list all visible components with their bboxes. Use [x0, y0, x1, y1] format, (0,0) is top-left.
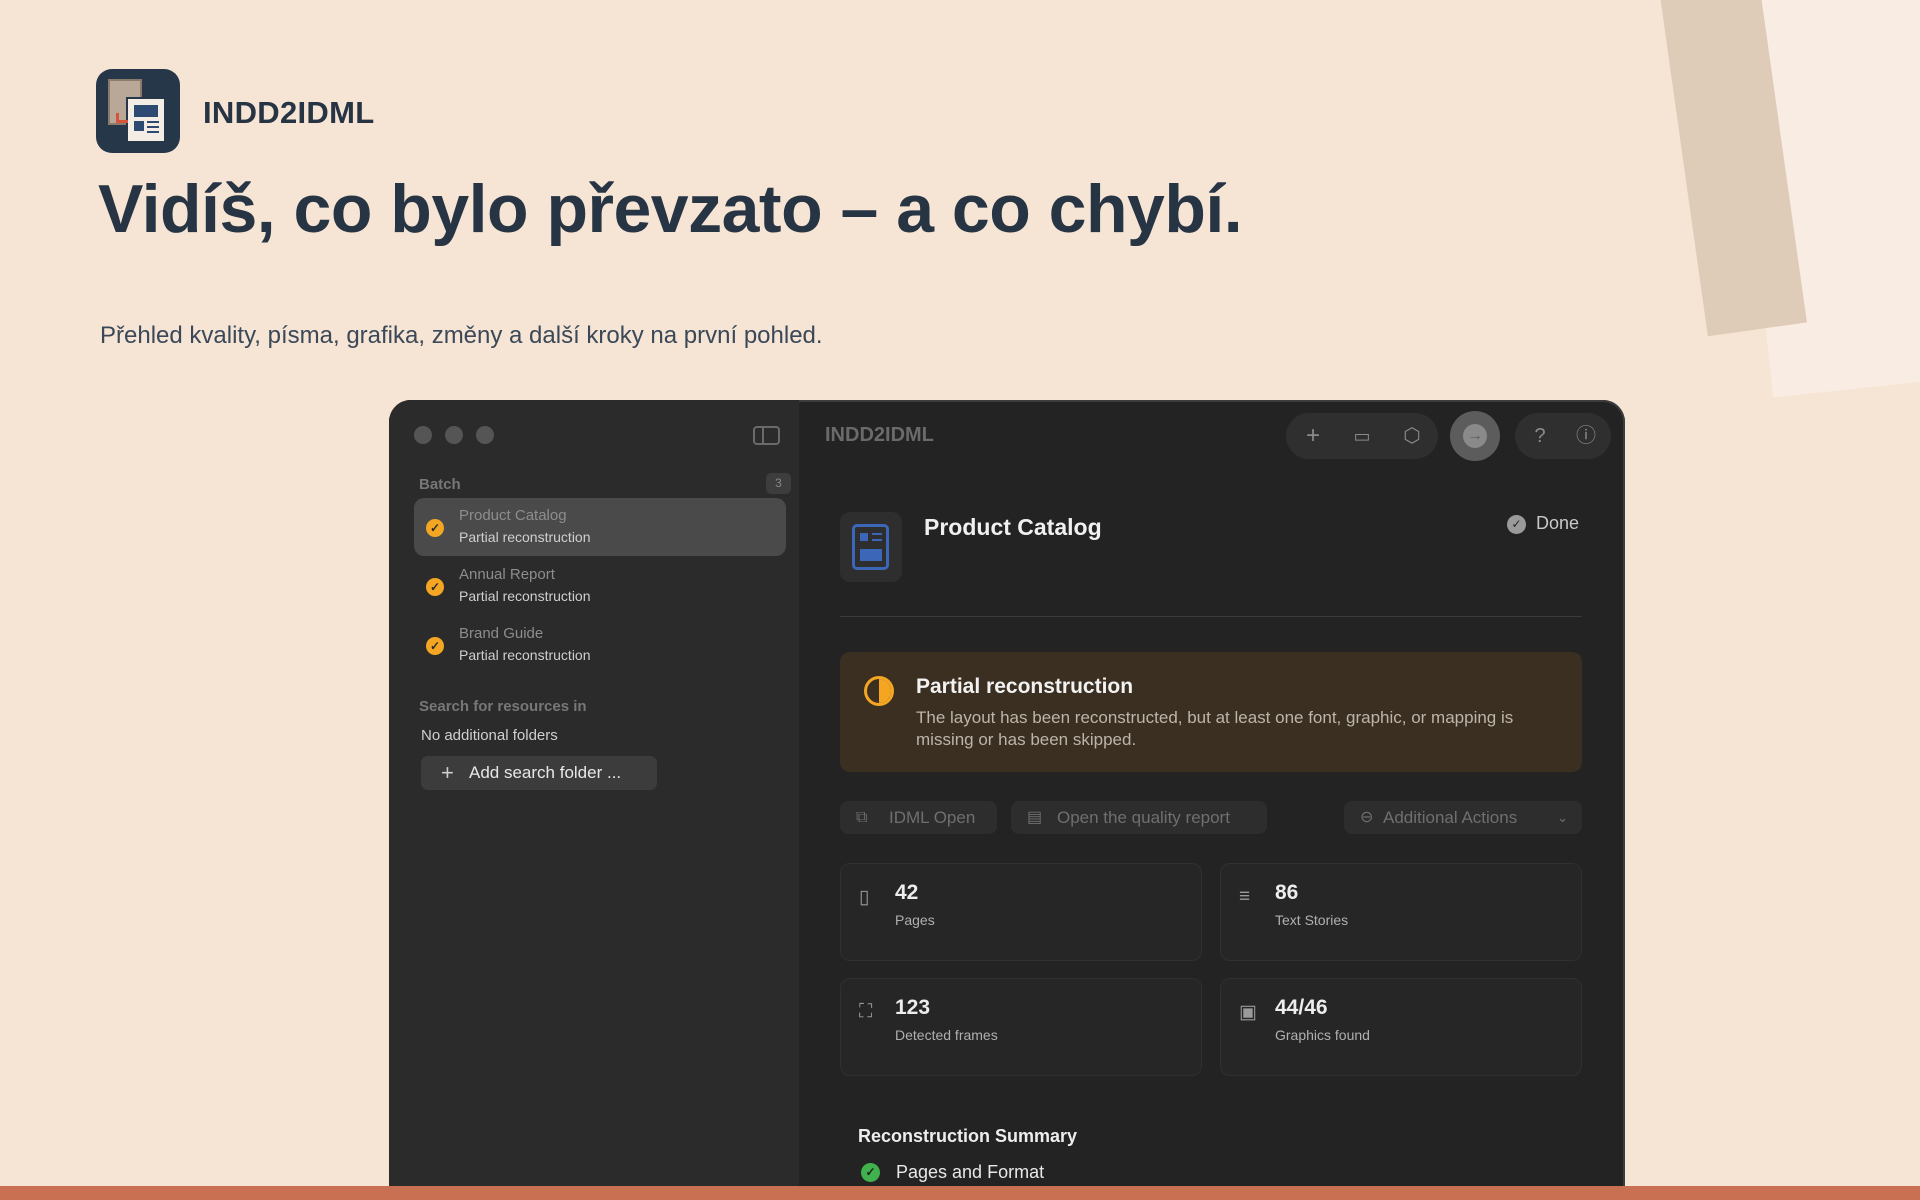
stat-value: 44/46 [1275, 996, 1328, 1019]
divider [840, 616, 1582, 617]
frame-icon: ⛶ [859, 1001, 873, 1022]
package-icon[interactable]: ⬡ [1389, 413, 1435, 459]
bottom-accent-bar [0, 1186, 1920, 1200]
more-icon: ⊖ [1360, 809, 1374, 826]
convert-button[interactable]: → [1450, 411, 1500, 461]
batch-item-name: Brand Guide [459, 625, 544, 642]
batch-item-brand-guide[interactable]: ✓ Brand Guide Partial reconstruction [414, 616, 786, 674]
status-text: Done [1536, 513, 1580, 533]
done-check-icon: ✓ [1507, 515, 1526, 534]
stat-card-text-stories: ≡ 86 Text Stories [1220, 863, 1582, 961]
sidebar-toggle-icon[interactable] [753, 426, 780, 445]
document-icon [840, 512, 902, 582]
warning-check-icon: ✓ [426, 519, 444, 537]
success-check-icon: ✓ [861, 1163, 880, 1182]
page-icon: ▯ [859, 887, 870, 908]
help-icon[interactable]: ? [1517, 413, 1563, 459]
partial-reconstruction-alert: Partial reconstruction The layout has be… [840, 652, 1582, 772]
folder-icon[interactable]: ▭ [1339, 413, 1385, 459]
additional-actions-dropdown[interactable]: ⊖ Additional Actions ⌄ [1344, 801, 1582, 834]
stat-value: 42 [895, 881, 919, 904]
batch-item-annual-report[interactable]: ✓ Annual Report Partial reconstruction [414, 557, 786, 615]
batch-item-name: Product Catalog [459, 507, 567, 524]
brand-name: INDD2IDML [203, 95, 375, 130]
headline: Vidíš, co bylo převzato – a co chybí. [98, 171, 1243, 247]
additional-actions-label: Additional Actions [1383, 808, 1518, 827]
alert-text: The layout has been reconstructed, but a… [916, 708, 1514, 749]
app-window: Batch 3 ✓ Product Catalog Partial recons… [389, 400, 1625, 1200]
batch-item-status: Partial reconstruction [459, 529, 591, 545]
info-icon[interactable]: ⓘ [1563, 413, 1609, 459]
close-window-button[interactable] [414, 426, 432, 444]
batch-count-badge: 3 [766, 473, 791, 494]
report-icon: ▤ [1027, 809, 1043, 826]
app-logo [96, 69, 180, 153]
batch-label: Batch [419, 476, 461, 493]
half-circle-icon [864, 676, 894, 706]
stat-card-graphics-found: ▣ 44/46 Graphics found [1220, 978, 1582, 1076]
search-resources-label: Search for resources in [419, 698, 587, 715]
stat-value: 86 [1275, 881, 1299, 904]
plus-icon[interactable]: + [1290, 413, 1336, 459]
add-search-folder-button[interactable]: + Add search folder ... [421, 756, 657, 790]
status-badge: ✓ Done [1507, 513, 1579, 534]
batch-item-name: Annual Report [459, 566, 555, 583]
stat-card-detected-frames: ⛶ 123 Detected frames [840, 978, 1202, 1076]
batch-item-product-catalog[interactable]: ✓ Product Catalog Partial reconstruction [414, 498, 786, 556]
stat-label: Text Stories [1275, 912, 1349, 928]
plus-icon: + [441, 760, 454, 785]
batch-item-status: Partial reconstruction [459, 588, 591, 604]
toolbar-group: ? ⓘ [1515, 413, 1611, 459]
minimize-window-button[interactable] [445, 426, 463, 444]
summary-item: Pages and Format [896, 1162, 1045, 1182]
batch-item-status: Partial reconstruction [459, 647, 591, 663]
stat-label: Graphics found [1275, 1027, 1370, 1043]
alert-title: Partial reconstruction [916, 675, 1134, 698]
stat-value: 123 [895, 996, 931, 1019]
text-lines-icon: ≡ [1239, 886, 1251, 907]
images-icon: ▣ [1239, 1002, 1257, 1023]
open-quality-report-label: Open the quality report [1057, 808, 1230, 827]
add-search-folder-label: Add search folder ... [469, 763, 622, 782]
warning-check-icon: ✓ [426, 637, 444, 655]
open-external-icon: ⧉ [856, 809, 868, 826]
sidebar: Batch 3 ✓ Product Catalog Partial recons… [389, 400, 799, 1200]
subheadline: Přehled kvality, písma, grafika, změny a… [100, 322, 823, 349]
chevron-down-icon: ⌄ [1557, 810, 1568, 825]
idml-open-label: IDML Open [889, 808, 976, 827]
toolbar-group: + ▭ ⬡ [1286, 413, 1438, 459]
convert-icon: → [1463, 424, 1487, 448]
stat-label: Detected frames [895, 1027, 998, 1043]
idml-open-button[interactable]: ⧉ IDML Open [840, 801, 997, 834]
document-title: Product Catalog [924, 514, 1102, 540]
zoom-window-button[interactable] [476, 426, 494, 444]
open-quality-report-button[interactable]: ▤ Open the quality report [1011, 801, 1267, 834]
no-folders-text: No additional folders [421, 727, 558, 744]
warning-check-icon: ✓ [426, 578, 444, 596]
stat-label: Pages [895, 912, 935, 928]
reconstruction-summary-title: Reconstruction Summary [858, 1126, 1078, 1146]
stat-card-pages: ▯ 42 Pages [840, 863, 1202, 961]
window-title: INDD2IDML [825, 424, 934, 446]
